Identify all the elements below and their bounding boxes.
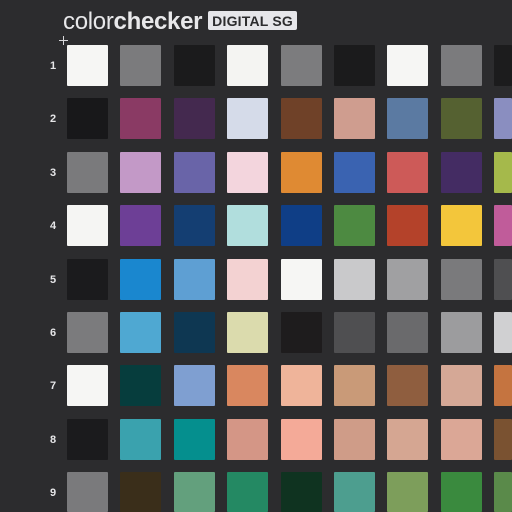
color-patch [281, 98, 322, 139]
row-label: 4 [49, 220, 57, 232]
brand-logo: color checker DIGITAL SG [63, 8, 297, 38]
color-patch [334, 205, 375, 246]
color-patch [281, 152, 322, 193]
brand-badge: DIGITAL SG [208, 11, 297, 30]
color-patch [334, 45, 375, 86]
row-label: 5 [49, 274, 57, 286]
color-patch [334, 312, 375, 353]
row-label: 3 [49, 167, 57, 179]
color-patch [494, 419, 512, 460]
color-patch [441, 312, 482, 353]
row-label: 7 [49, 380, 57, 392]
color-patch [334, 472, 375, 512]
color-patch [281, 45, 322, 86]
color-patch [67, 312, 108, 353]
row-label: 1 [49, 60, 57, 72]
color-patch [67, 152, 108, 193]
color-patch [120, 312, 161, 353]
color-patch [387, 259, 428, 300]
color-patch [67, 45, 108, 86]
color-patch [174, 419, 215, 460]
color-patch [120, 45, 161, 86]
color-patch [441, 365, 482, 406]
color-patch [387, 98, 428, 139]
color-patch [227, 472, 268, 512]
color-patch [441, 472, 482, 512]
color-patch [441, 205, 482, 246]
color-patch [387, 152, 428, 193]
color-patch [120, 259, 161, 300]
color-patch [67, 259, 108, 300]
color-patch [334, 98, 375, 139]
brand-word-light: color [63, 8, 114, 35]
color-patch [281, 205, 322, 246]
color-patch [494, 365, 512, 406]
color-patch [227, 45, 268, 86]
color-patch [120, 472, 161, 512]
color-patch [441, 259, 482, 300]
color-patch [494, 152, 512, 193]
row-label: 9 [49, 487, 57, 499]
color-patch [227, 312, 268, 353]
row-label: 8 [49, 434, 57, 446]
color-patch [334, 259, 375, 300]
color-patch [387, 312, 428, 353]
color-patch [174, 205, 215, 246]
color-patch [120, 365, 161, 406]
row-label: 2 [49, 113, 57, 125]
color-patch [67, 419, 108, 460]
color-patch [174, 259, 215, 300]
color-patch [174, 365, 215, 406]
color-patch [494, 259, 512, 300]
row-label: 6 [49, 327, 57, 339]
color-patch [120, 98, 161, 139]
color-patch [494, 312, 512, 353]
color-patch [67, 472, 108, 512]
color-patch [281, 419, 322, 460]
color-patch [120, 205, 161, 246]
color-patch [227, 205, 268, 246]
color-patch [67, 365, 108, 406]
color-patch [387, 205, 428, 246]
registration-crosshair-icon [59, 36, 68, 45]
color-patch [441, 45, 482, 86]
color-patch [227, 98, 268, 139]
color-patch [174, 152, 215, 193]
color-patch [494, 205, 512, 246]
color-patch [67, 98, 108, 139]
color-patch [227, 259, 268, 300]
colorchecker-target: color checker DIGITAL SG 1 2 3 4 5 6 7 8 9 [0, 0, 512, 512]
color-patch [334, 152, 375, 193]
color-patch [387, 472, 428, 512]
color-patch [174, 98, 215, 139]
color-patch [174, 472, 215, 512]
color-patch [227, 152, 268, 193]
color-patch [494, 45, 512, 86]
color-patch [281, 365, 322, 406]
color-patch [120, 419, 161, 460]
color-patch [174, 45, 215, 86]
color-patch [227, 365, 268, 406]
color-patch [281, 472, 322, 512]
color-patch [387, 419, 428, 460]
color-patch [227, 419, 268, 460]
color-patch [281, 312, 322, 353]
color-patch [334, 419, 375, 460]
color-patch [441, 419, 482, 460]
color-patch [174, 312, 215, 353]
color-patch [441, 98, 482, 139]
color-patch [494, 98, 512, 139]
color-patch [334, 365, 375, 406]
color-patch [494, 472, 512, 512]
color-patch [281, 259, 322, 300]
color-patch [387, 365, 428, 406]
color-patch [67, 205, 108, 246]
brand-word-bold: checker [113, 8, 203, 35]
color-patch [441, 152, 482, 193]
color-patch [387, 45, 428, 86]
color-patch [120, 152, 161, 193]
